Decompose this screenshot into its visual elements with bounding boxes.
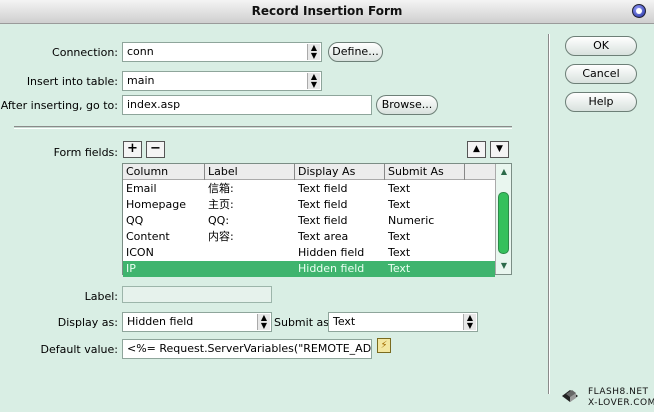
plus-icon[interactable]: +: [123, 141, 142, 158]
minus-icon[interactable]: −: [146, 141, 165, 158]
cell-column: QQ: [126, 214, 144, 227]
scroll-up-icon[interactable]: ▲: [497, 165, 511, 179]
cell-submit: Text: [388, 262, 411, 275]
chevron-updown-icon: ▲ ▼: [463, 314, 476, 330]
cell-display: Hidden field: [298, 262, 365, 275]
default-value-label: Default value:: [40, 343, 118, 356]
cell-column: Email: [126, 182, 157, 195]
brand-line-1: FLASH8.NET: [588, 387, 649, 397]
cell-label: QQ:: [208, 214, 230, 227]
chevron-updown-icon: ▲ ▼: [307, 73, 320, 89]
table-row-selected[interactable]: IP Hidden field Text: [123, 261, 495, 277]
display-as-label: Display as:: [57, 316, 118, 329]
cell-display: Hidden field: [298, 246, 365, 259]
connection-value: conn: [127, 45, 154, 58]
header-display-as[interactable]: Display As: [295, 164, 385, 180]
header-submit-as[interactable]: Submit As: [385, 164, 465, 180]
cell-column: Homepage: [126, 198, 186, 211]
form-fields-table[interactable]: Column Label Display As Submit As Email …: [122, 163, 512, 277]
cell-column: IP: [126, 262, 136, 275]
vertical-divider: [548, 34, 550, 394]
cell-submit: Text: [388, 182, 411, 195]
connection-select[interactable]: conn ▲ ▼: [122, 42, 322, 62]
cell-label: 内容:: [208, 230, 234, 243]
move-up-icon[interactable]: ▲: [467, 141, 486, 158]
submit-as-select[interactable]: Text ▲ ▼: [328, 312, 478, 332]
header-column[interactable]: Column: [123, 164, 205, 180]
default-value-input[interactable]: <%= Request.ServerVariables("REMOTE_ADDR…: [122, 339, 372, 359]
cell-display: Text area: [298, 230, 349, 243]
table-row[interactable]: ICON Hidden field Text: [123, 245, 495, 261]
close-icon[interactable]: [632, 4, 646, 18]
cell-label: 主页:: [208, 198, 234, 211]
cell-label: [205, 261, 208, 277]
table-value: main: [127, 74, 155, 87]
connection-label: Connection:: [52, 46, 118, 59]
table-row[interactable]: Homepage 主页: Text field Text: [123, 197, 495, 213]
logo-icon: [562, 390, 578, 402]
table-label: Insert into table:: [26, 75, 118, 88]
help-button[interactable]: Help: [565, 92, 637, 112]
submit-as-label: Submit as:: [274, 316, 333, 329]
define-button[interactable]: Define...: [328, 42, 383, 62]
scroll-down-icon[interactable]: ▼: [497, 259, 511, 273]
divider: [14, 126, 512, 129]
table-row[interactable]: Content 内容: Text area Text: [123, 229, 495, 245]
submit-as-value: Text: [333, 315, 356, 328]
cell-submit: Text: [388, 230, 411, 243]
brand-line-2: X-LOVER.COM: [588, 398, 654, 408]
cell-display: Text field: [298, 214, 348, 227]
cell-display: Text field: [298, 182, 348, 195]
after-insert-label: After inserting, go to:: [0, 99, 118, 112]
cell-label: [205, 245, 208, 261]
table-row[interactable]: QQ QQ: Text field Numeric: [123, 213, 495, 229]
ok-button[interactable]: OK: [565, 36, 637, 56]
table-row[interactable]: Email 信箱: Text field Text: [123, 181, 495, 197]
window-title: Record Insertion Form: [251, 4, 403, 18]
label-input[interactable]: [122, 286, 272, 303]
cell-display: Text field: [298, 198, 348, 211]
browse-button[interactable]: Browse...: [376, 95, 438, 115]
cell-submit: Numeric: [388, 214, 435, 227]
scroll-thumb[interactable]: [498, 192, 509, 254]
title-bar: Record Insertion Form: [0, 0, 654, 24]
table-scrollbar[interactable]: ▲ ▼: [495, 164, 511, 274]
chevron-updown-icon: ▲ ▼: [257, 314, 270, 330]
after-insert-input[interactable]: index.asp: [122, 95, 372, 115]
form-fields-label: Form fields:: [53, 146, 118, 159]
move-down-icon[interactable]: ▼: [490, 141, 509, 158]
label-field-label: Label:: [84, 290, 118, 303]
table-select[interactable]: main ▲ ▼: [122, 71, 322, 91]
display-as-select[interactable]: Hidden field ▲ ▼: [122, 312, 272, 332]
cell-label: 信箱:: [208, 182, 234, 195]
cell-column: Content: [126, 230, 170, 243]
cell-column: ICON: [126, 246, 154, 259]
chevron-updown-icon: ▲ ▼: [307, 44, 320, 60]
display-as-value: Hidden field: [127, 315, 194, 328]
dynamic-data-icon[interactable]: ⚡: [377, 338, 391, 353]
cancel-button[interactable]: Cancel: [565, 64, 637, 84]
table-header: Column Label Display As Submit As: [123, 164, 495, 180]
header-label[interactable]: Label: [205, 164, 295, 180]
cell-submit: Text: [388, 246, 411, 259]
cell-submit: Text: [388, 198, 411, 211]
